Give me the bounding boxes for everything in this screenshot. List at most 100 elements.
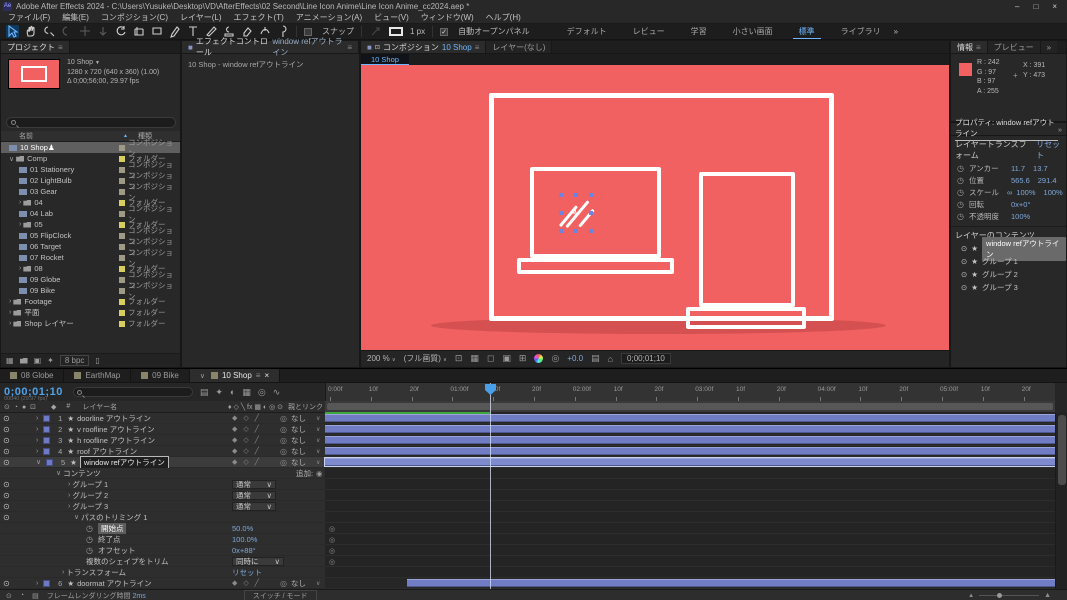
transform-label[interactable]: トランスフォーム <box>66 567 126 578</box>
panel-caret-icon[interactable]: ∨ <box>200 372 205 380</box>
panel-overflow[interactable]: » <box>1058 125 1062 134</box>
channel-select-icon[interactable] <box>534 354 543 363</box>
label-color-swatch[interactable] <box>119 299 125 305</box>
twirl-icon[interactable]: › <box>19 221 21 228</box>
close-button[interactable]: × <box>1052 2 1057 11</box>
motion-blur-icon[interactable]: ◎ <box>258 387 266 398</box>
layer-switches[interactable]: ◆ ◇ ╱ <box>232 436 261 444</box>
stopwatch-icon[interactable]: ◷ <box>957 176 964 185</box>
project-item-row[interactable]: 07 Rocketコンポジション <box>1 252 180 263</box>
eye-icon[interactable]: ⊙ <box>3 414 10 423</box>
eye-icon[interactable]: ⊙ <box>3 458 10 467</box>
transform-property-row[interactable]: ◷位置565.6291.4 <box>951 174 1066 186</box>
label-color-swatch[interactable] <box>119 200 125 206</box>
timeline-row[interactable]: 複数のシェイプをトリム同時に∨◎ <box>0 556 1055 567</box>
minimize-button[interactable]: – <box>1015 2 1019 11</box>
mask-visibility-icon[interactable]: ◻ <box>487 353 494 364</box>
layer-switches[interactable]: ◆ ◇ ╱ <box>232 425 261 433</box>
exposure-value[interactable]: +0.0 <box>567 354 583 363</box>
menu-item[interactable]: コンポジション(C) <box>101 12 168 23</box>
project-item-name[interactable]: 04 Lab <box>30 209 53 218</box>
layer-switches[interactable]: ◆ ◇ ╱ <box>232 447 261 455</box>
menu-item[interactable]: ウィンドウ(W) <box>421 12 474 23</box>
workspace-item[interactable]: 小さい画面 <box>727 25 779 39</box>
selection-tool-icon[interactable] <box>6 25 19 38</box>
project-item-name[interactable]: 08 <box>34 264 42 273</box>
twirl-icon[interactable]: › <box>9 298 11 305</box>
project-item-name[interactable]: 03 Gear <box>30 187 57 196</box>
layer-duration-bar[interactable] <box>325 425 1055 433</box>
twirl-icon[interactable]: › <box>9 320 11 327</box>
eye-icon[interactable]: ⊙ <box>3 436 10 445</box>
dolly-camera-tool-icon[interactable] <box>96 25 109 38</box>
twirl-icon[interactable]: › <box>36 448 38 455</box>
preview-timecode[interactable]: 0;00;01;10 <box>621 353 671 364</box>
shared-views-icon[interactable] <box>369 25 382 38</box>
chevron-down-icon[interactable]: ∨ <box>316 459 320 466</box>
pickwhip-icon[interactable]: ◎ <box>280 447 287 456</box>
blend-mode-select[interactable]: 通常∨ <box>232 480 276 489</box>
stopwatch-icon[interactable]: ◷ <box>957 200 964 209</box>
eye-icon[interactable]: ⊙ <box>961 270 967 279</box>
workspace-item[interactable]: ライブラリ <box>835 25 887 39</box>
property-value[interactable]: 50.0% <box>232 524 253 533</box>
project-item-name[interactable]: 02 LightBulb <box>30 176 72 185</box>
stopwatch-icon[interactable]: ◷ <box>86 546 93 555</box>
pickwhip-icon[interactable]: ◎ <box>280 579 287 588</box>
workspace-item[interactable]: 学習 <box>685 25 713 39</box>
label-color-swatch[interactable] <box>119 288 125 294</box>
timeline-vertical-scrollbar[interactable] <box>1055 413 1067 600</box>
layer-content-row[interactable]: ⊙★グループ 3 <box>951 281 1066 294</box>
project-item-row[interactable]: ›Footageフォルダー <box>1 296 180 307</box>
tab-composition[interactable]: ■ ⊡ コンポジション 10 Shop ≡ <box>361 41 486 53</box>
project-item-row[interactable]: 04 Labコンポジション <box>1 208 180 219</box>
panel-menu-icon[interactable]: ≡ <box>347 43 352 52</box>
project-item-name[interactable]: 09 Bike <box>30 286 55 295</box>
tab-project[interactable]: プロジェクト≡ <box>1 41 70 53</box>
new-composition-icon[interactable]: ▣ <box>34 356 42 365</box>
item-caret-icon[interactable]: ▼ <box>95 60 100 66</box>
shape-tool-icon[interactable] <box>150 25 163 38</box>
layer-switches[interactable]: ◆ ◇ ╱ <box>232 414 261 422</box>
label-color-swatch[interactable] <box>119 156 125 162</box>
draft-3d-icon[interactable]: ✦ <box>215 387 223 398</box>
color-depth-button[interactable]: 8 bpc <box>60 355 90 366</box>
property-name[interactable]: オフセット <box>98 545 136 556</box>
project-item-name[interactable]: 01 Stationery <box>30 165 74 174</box>
timeline-row[interactable]: ∨コンテンツ追加:◉ <box>0 468 1055 479</box>
auto-open-panel-checkbox[interactable]: ✓ <box>440 28 448 36</box>
transparency-grid-icon[interactable]: ▦ <box>470 353 479 364</box>
column-name[interactable]: 名前 <box>1 131 33 141</box>
project-item-row[interactable]: ›Shop レイヤーフォルダー <box>1 318 180 329</box>
snapshot-icon[interactable]: ▤ <box>591 353 600 364</box>
project-item-name[interactable]: 05 FlipClock <box>30 231 71 240</box>
switches-modes-toggle[interactable]: スイッチ / モード <box>244 590 317 600</box>
property-value[interactable]: 100% <box>1011 212 1030 221</box>
rulers-icon[interactable]: ⊞ <box>519 353 527 364</box>
property-value[interactable]: 291.4 <box>1038 176 1057 185</box>
layer-color-swatch[interactable] <box>46 459 53 466</box>
zoom-tool-icon[interactable] <box>42 25 55 38</box>
chevron-down-icon[interactable]: ∨ <box>316 580 320 587</box>
transform-property-row[interactable]: ◷アンカー11.713.7 <box>951 162 1066 174</box>
layer-name-column[interactable]: レイヤー名 <box>70 402 117 412</box>
layer-content-row[interactable]: ⊙★グループ 2 <box>951 268 1066 281</box>
layer-duration-bar[interactable] <box>325 436 1055 444</box>
label-color-swatch[interactable] <box>119 167 125 173</box>
project-item-name[interactable]: 07 Rocket <box>30 253 64 262</box>
trim-paths-label[interactable]: パスのトリミング 1 <box>81 512 147 523</box>
transform-property-row[interactable]: ◷回転0x+0° <box>951 198 1066 210</box>
twirl-icon[interactable]: ∨ <box>36 458 41 466</box>
property-value[interactable]: 565.6 <box>1011 176 1030 185</box>
eye-icon[interactable]: ⊙ <box>3 447 10 456</box>
pickwhip-icon[interactable]: ◎ <box>280 425 287 434</box>
link-icon[interactable]: ∞ <box>1007 188 1012 197</box>
layer-name[interactable]: doorline アウトライン <box>77 413 151 424</box>
stopwatch-icon[interactable]: ◷ <box>957 212 964 221</box>
shop-door-shape[interactable] <box>699 172 795 307</box>
layer-color-swatch[interactable] <box>43 415 50 422</box>
timeline-tab-earthmap[interactable]: EarthMap <box>64 369 131 382</box>
project-item-name[interactable]: 平面 <box>24 307 39 318</box>
performance-icon[interactable]: ▤ <box>32 592 39 600</box>
new-folder-icon[interactable] <box>20 358 28 364</box>
